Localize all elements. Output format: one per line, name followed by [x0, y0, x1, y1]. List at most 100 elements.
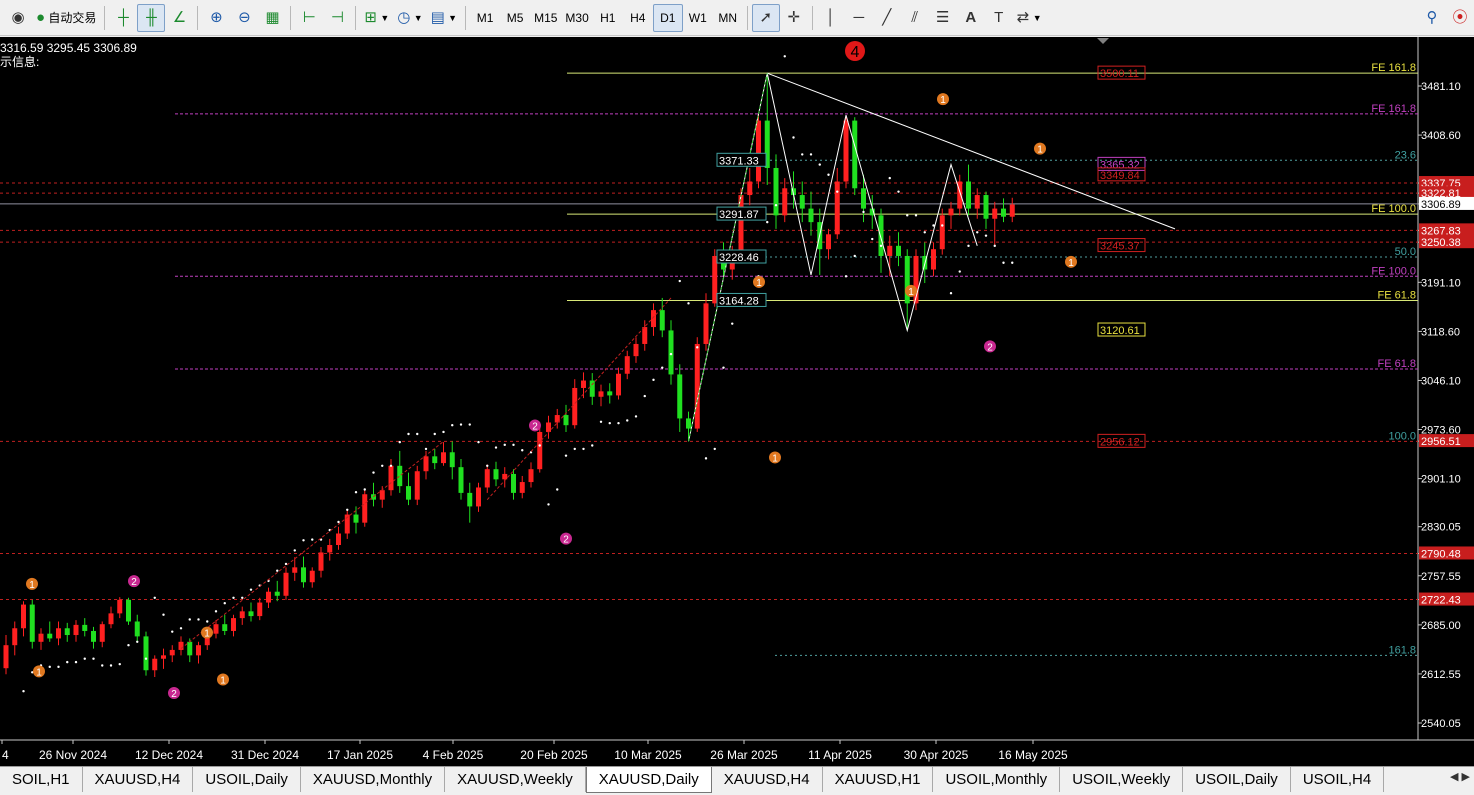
tab-soil-h1[interactable]: SOIL,H1 — [0, 767, 83, 792]
vertical-line-icon[interactable]: │ — [817, 4, 845, 32]
wave-marker-label: 1 — [29, 580, 35, 591]
candle-body — [983, 195, 989, 219]
tile-windows-icon[interactable]: ▦ — [258, 4, 286, 32]
sar-dot — [713, 447, 716, 451]
fibonacci-icon[interactable]: ☰ — [929, 4, 957, 32]
line-chart-icon[interactable]: ∠ — [165, 4, 193, 32]
sar-dot — [503, 443, 506, 447]
auto-trade-icon: ● — [36, 9, 46, 26]
candle-body — [607, 391, 613, 396]
sar-dot — [127, 643, 130, 647]
tab-usoil-daily[interactable]: USOIL,Daily — [1183, 767, 1291, 792]
candle-body — [362, 494, 368, 523]
date-label: 16 May 2025 — [998, 748, 1068, 762]
fib-label: 161.8 — [1388, 644, 1416, 656]
sar-dot — [311, 538, 314, 541]
horizontal-line-icon[interactable]: ─ — [845, 4, 873, 32]
sar-dot — [407, 432, 410, 436]
candle-body — [642, 327, 648, 344]
candle-body — [318, 552, 324, 571]
periods-clock-icon[interactable]: ◷ ▼ — [393, 4, 426, 32]
sar-dot — [652, 378, 655, 382]
date-label: 20 Feb 2025 — [520, 748, 588, 762]
tab-xauusd-monthly[interactable]: XAUUSD,Monthly — [301, 767, 446, 792]
auto-trade-button[interactable]: ● 自动交易 — [32, 4, 100, 32]
zoom-out-icon[interactable]: ⊖ — [230, 4, 258, 32]
tab-scroll-icon[interactable]: ◀ ▶ — [1450, 770, 1470, 783]
crosshair-icon[interactable]: ✛ — [780, 4, 808, 32]
fib-box-label: 3371.33 — [719, 155, 759, 167]
sar-dot — [888, 176, 891, 180]
sar-dot — [976, 231, 979, 234]
price-label: 2757.55 — [1421, 571, 1461, 583]
tab-xauusd-weekly[interactable]: XAUUSD,Weekly — [445, 767, 586, 792]
chart-shift-icon[interactable]: ⊣ — [323, 4, 351, 32]
bar-chart-icon[interactable]: ┼ — [109, 4, 137, 32]
level-box-label: 3349.84 — [1100, 170, 1140, 182]
search-icon[interactable]: ⚲ — [1418, 4, 1446, 32]
toolbar-separator — [746, 5, 748, 30]
timeframe-m15[interactable]: M15 — [530, 4, 561, 32]
tab-xauusd-h4[interactable]: XAUUSD,H4 — [83, 767, 194, 792]
sar-dot — [704, 457, 708, 460]
sar-dot — [66, 660, 69, 664]
timeframe-h1[interactable]: H1 — [593, 4, 623, 32]
timeframe-mn[interactable]: MN — [713, 4, 743, 32]
indicators-icon[interactable]: ⊞ ▼ — [360, 4, 393, 32]
arrows-icon[interactable]: ⇄ ▼ — [1013, 4, 1046, 32]
candle-body — [589, 380, 595, 397]
tab-xauusd-daily[interactable]: XAUUSD,Daily — [585, 767, 712, 793]
zoom-in-icon[interactable]: ⊕ — [202, 4, 230, 32]
date-label: 12 Dec 2024 — [135, 748, 203, 762]
sar-dot — [687, 302, 690, 305]
tab-xauusd-h1[interactable]: XAUUSD,H1 — [823, 767, 934, 792]
timeframe-m30[interactable]: M30 — [561, 4, 592, 32]
trendline-icon[interactable]: ╱ — [873, 4, 901, 32]
sar-dot — [512, 443, 515, 447]
price-chart[interactable]: 3481.103408.603337.753322.813306.893267.… — [0, 37, 1474, 766]
candle-body — [134, 621, 140, 637]
candle-body — [143, 636, 149, 671]
cursor-icon[interactable]: ➚ — [751, 3, 780, 32]
tab-usoil-monthly[interactable]: USOIL,Monthly — [933, 767, 1061, 792]
candle-body — [47, 633, 53, 639]
candle-body — [309, 570, 315, 583]
candle-body — [82, 624, 88, 631]
timeframe-h4[interactable]: H4 — [623, 4, 653, 32]
wave-marker-label: 1 — [1068, 258, 1074, 269]
timeframe-m1[interactable]: M1 — [470, 4, 500, 32]
equidistant-channel-icon[interactable]: ⫽ — [901, 4, 929, 32]
autoscroll-icon[interactable]: ⊢ — [295, 4, 323, 32]
chart-area[interactable]: 3481.10 3408.60 3337.75 3322.81 3306.89 3267.… — [0, 37, 1474, 766]
tab-usoil-weekly[interactable]: USOIL,Weekly — [1060, 767, 1184, 792]
price-label: 2685.00 — [1421, 620, 1461, 632]
sar-dot — [678, 279, 681, 283]
candlestick-icon[interactable]: ╫ — [137, 3, 166, 32]
timeframe-w1[interactable]: W1 — [683, 4, 713, 32]
text-icon[interactable]: A — [957, 4, 985, 32]
sar-dot — [433, 432, 436, 436]
sar-dot — [223, 602, 226, 605]
candle-body — [73, 624, 79, 636]
tab-usoil-daily[interactable]: USOIL,Daily — [193, 767, 301, 792]
sar-dot — [477, 440, 480, 444]
candle-body — [773, 167, 779, 216]
text-label-icon[interactable]: T — [985, 4, 1013, 32]
level-box-label: 3245.37 — [1100, 241, 1140, 253]
wave-marker-label: 2 — [563, 535, 569, 546]
templates-icon[interactable]: ▤ ▼ — [427, 4, 461, 32]
timeframe-d1[interactable]: D1 — [652, 3, 683, 32]
candle-body — [476, 487, 481, 507]
wave-marker-label: 2 — [171, 689, 177, 700]
tab-xauusd-h4[interactable]: XAUUSD,H4 — [712, 767, 823, 792]
sar-dot — [766, 220, 769, 224]
sar-dot — [171, 630, 174, 633]
fib-label: 50.0 — [1395, 246, 1416, 258]
sar-dot — [993, 244, 996, 248]
timeframe-m5[interactable]: M5 — [500, 4, 530, 32]
terminal-icon[interactable]: ◉ — [4, 4, 32, 32]
sar-dot — [144, 657, 148, 660]
tab-usoil-h4[interactable]: USOIL,H4 — [1291, 767, 1385, 792]
alert-icon[interactable]: ⦿ — [1446, 4, 1474, 32]
candle-body — [931, 249, 936, 270]
